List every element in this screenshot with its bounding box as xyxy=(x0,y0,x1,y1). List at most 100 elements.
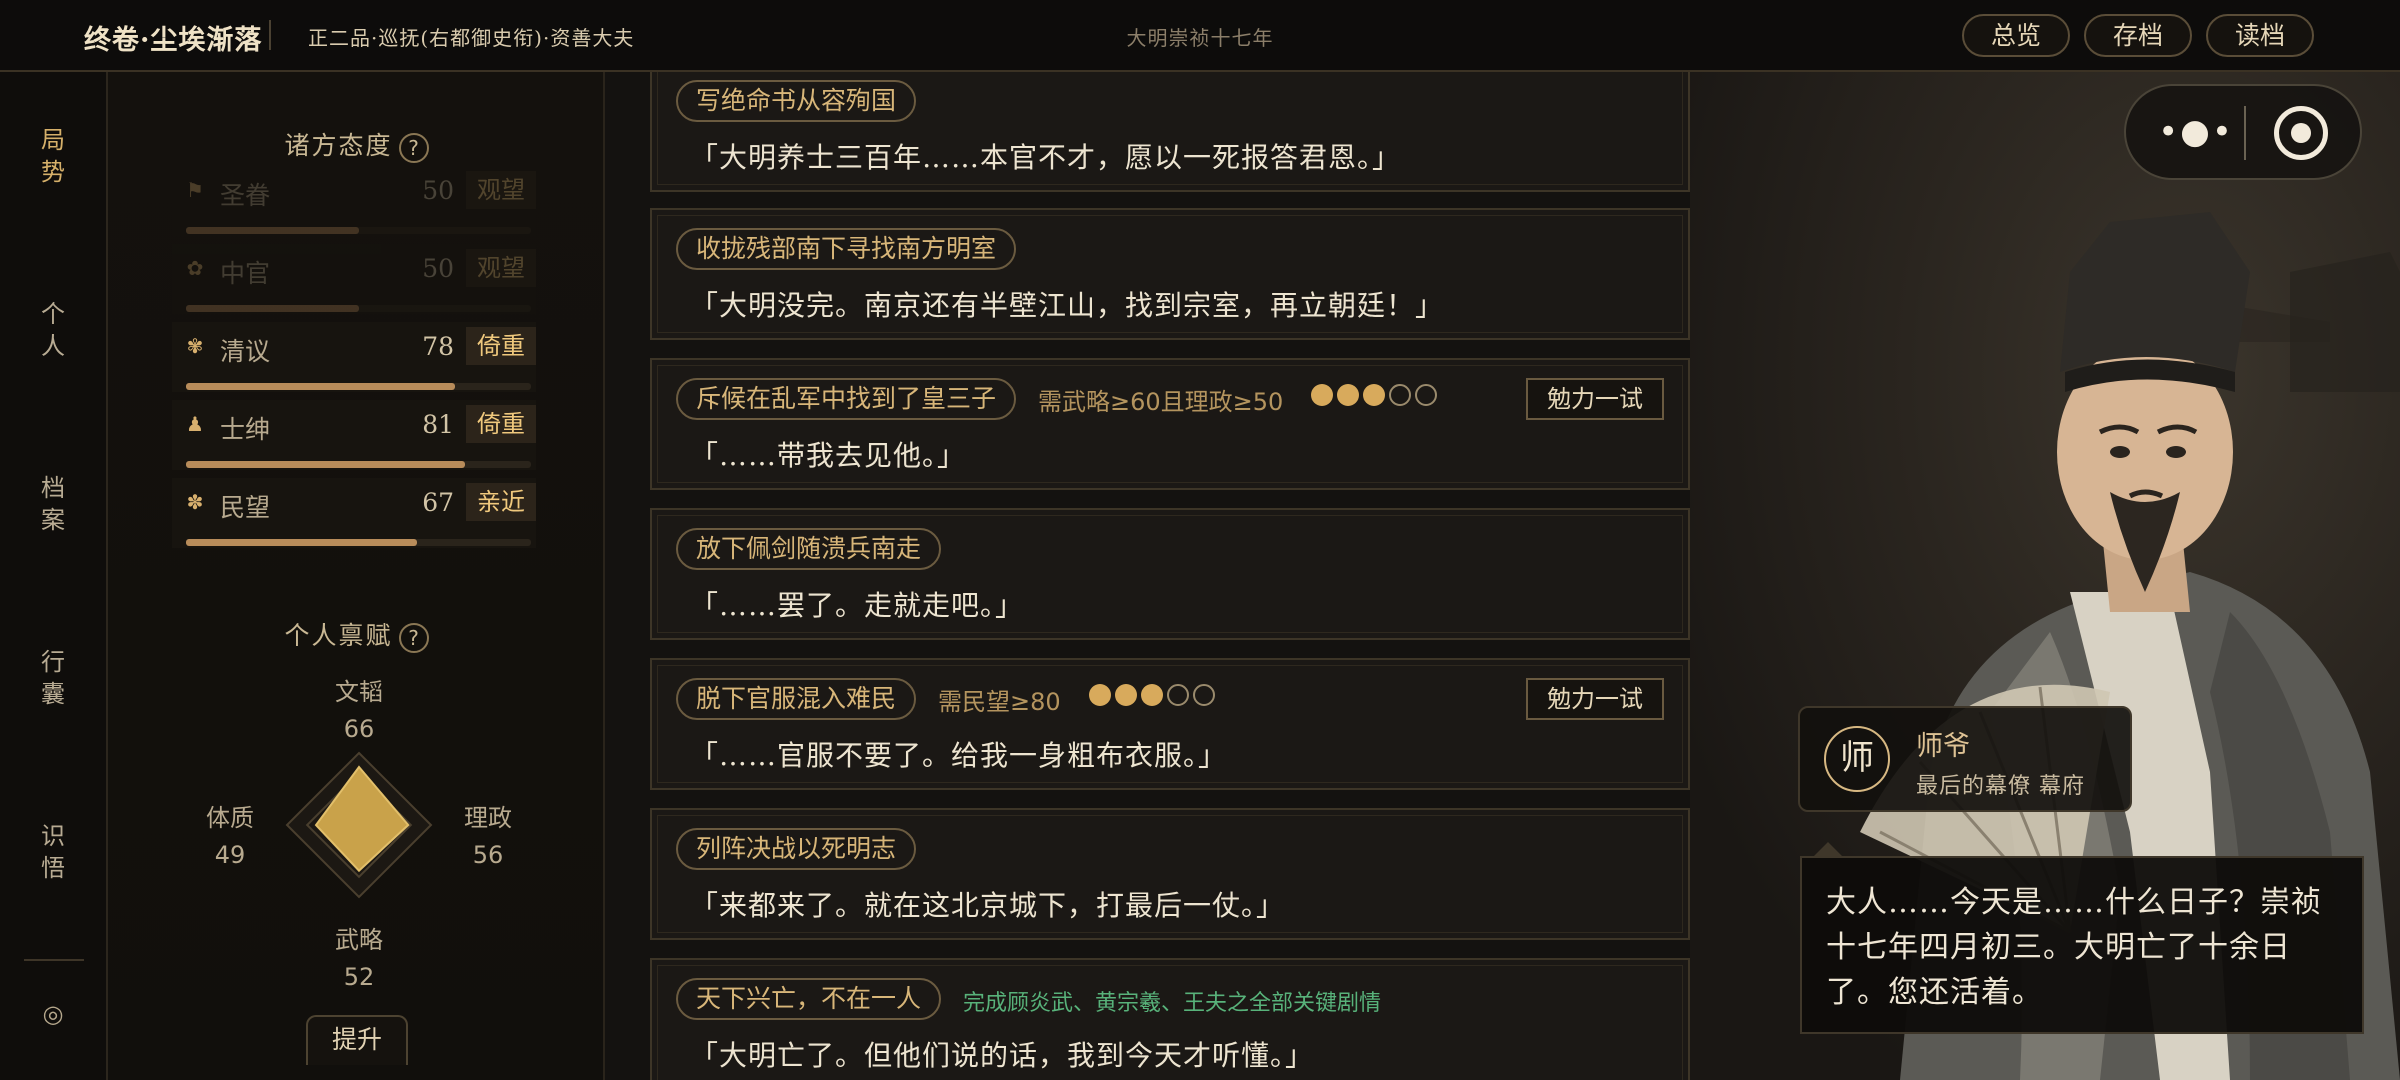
npc-subtitle: 最后的幕僚 幕府 xyxy=(1916,774,2085,799)
difficulty-dot-empty xyxy=(1167,684,1189,706)
faction-row[interactable]: ⚑ 圣眷 50 观望 xyxy=(172,166,536,236)
stat-label-tizhi: 体质 xyxy=(206,804,254,832)
more-icon[interactable]: •●• xyxy=(2156,108,2236,156)
overview-button[interactable]: 总览 xyxy=(1962,14,2070,57)
nav-divider xyxy=(24,959,84,961)
faction-attitude-badge: 倚重 xyxy=(466,327,536,365)
choice-title: 列阵决战以死明志 xyxy=(676,828,917,870)
faction-score: 78 xyxy=(422,332,454,361)
talents-heading: 个人禀赋? xyxy=(108,616,605,653)
faction-attitude-badge: 观望 xyxy=(466,171,536,209)
talents-title: 个人禀赋 xyxy=(284,621,393,650)
faction-progress-fill xyxy=(186,461,466,468)
faction-score: 81 xyxy=(422,410,454,439)
choice-title: 天下兴亡，不在一人 xyxy=(676,978,942,1020)
stat-value-lizheng: 56 xyxy=(472,841,504,869)
attitudes-heading: 诸方态度? xyxy=(108,126,605,163)
target-icon[interactable]: ◎ xyxy=(38,1000,68,1030)
faction-attitude-badge: 倚重 xyxy=(466,405,536,443)
stat-label-wentao: 文韬 xyxy=(335,678,383,706)
mini-program-capsule: •●• xyxy=(2124,84,2362,180)
choice-card[interactable]: 收拢残部南下寻找南方明室 「大明没完。南京还有半壁江山，找到宗室，再立朝廷！」 xyxy=(650,208,1690,340)
npc-dialog[interactable]: 大人……今天是……什么日子？崇祯十七年四月初三。大明亡了十余日了。您还活着。 xyxy=(1800,856,2364,1034)
difficulty-dot-filled xyxy=(1311,384,1333,406)
faction-row[interactable]: ✽ 民望 67 亲近 xyxy=(172,478,536,548)
nav-item-situation[interactable]: 局 势 xyxy=(0,124,106,188)
faction-row[interactable]: ♟ 士绅 81 倚重 xyxy=(172,400,536,470)
stat-value-wentao: 66 xyxy=(343,715,375,743)
faction-score: 50 xyxy=(422,176,454,205)
faction-name: 中官 xyxy=(220,259,271,288)
side-nav: 局 势个 人档 案行 囊识 悟 ◎ xyxy=(0,72,108,1080)
difficulty-dot-empty xyxy=(1193,684,1215,706)
choice-quote: 「大明养士三百年……本官不才，愿以一死报答君恩。」 xyxy=(690,141,1402,174)
faction-progress-fill xyxy=(186,539,418,546)
npc-avatar: 师 xyxy=(1824,726,1890,792)
choice-quote: 「……官服不要了。给我一身粗布衣服。」 xyxy=(690,739,1228,772)
choice-card[interactable]: 写绝命书从容殉国「大明养士三百年……本官不才，愿以一死报答君恩。」 xyxy=(650,72,1690,192)
stat-value-wulue: 52 xyxy=(343,963,375,991)
nav-item-baggage[interactable]: 行 囊 xyxy=(0,646,106,710)
choice-title: 斥候在乱军中找到了皇三子 xyxy=(676,378,1017,420)
faction-score: 50 xyxy=(422,254,454,283)
difficulty-dot-filled xyxy=(1363,384,1385,406)
stat-label-lizheng: 理政 xyxy=(464,804,512,832)
title-divider xyxy=(269,20,271,50)
stat-label-wulue: 武略 xyxy=(335,926,383,954)
nav-item-archive[interactable]: 档 案 xyxy=(0,472,106,536)
faction-name: 清议 xyxy=(220,337,271,366)
choice-card[interactable]: 放下佩剑随溃兵南走「……罢了。走就走吧。」 xyxy=(650,508,1690,640)
faction-name: 士绅 xyxy=(220,415,271,444)
choice-quote: 「……带我去见他。」 xyxy=(690,439,967,472)
faction-progress-fill xyxy=(186,305,359,312)
choice-card[interactable]: 列阵决战以死明志「来都来了。就在这北京城下，打最后一仗。」 xyxy=(650,808,1690,940)
choice-card[interactable]: 脱下官服混入难民 需民望≥80 勉力一试 「……官服不要了。给我一身粗布衣服。」 xyxy=(650,658,1690,790)
difficulty-dot-filled xyxy=(1115,684,1137,706)
choice-card[interactable]: 天下兴亡，不在一人 完成顾炎武、黄宗羲、王夫之全部关键剧情 「大明亡了。但他们说的话… xyxy=(650,958,1690,1080)
attempt-button[interactable]: 勉力一试 xyxy=(1526,378,1664,420)
save-button[interactable]: 存档 xyxy=(2084,14,2192,57)
era-label: 大明崇祯十七年 xyxy=(1126,26,1274,50)
npc-name: 师爷 xyxy=(1916,731,1970,762)
difficulty-dots xyxy=(1089,684,1219,706)
capsule-divider xyxy=(2244,106,2246,160)
faction-progress-bar xyxy=(186,383,531,390)
nav-item-insight[interactable]: 识 悟 xyxy=(0,820,106,884)
upgrade-button[interactable]: 提升 xyxy=(306,1015,408,1065)
choice-title: 放下佩剑随溃兵南走 xyxy=(676,528,942,570)
faction-name: 圣眷 xyxy=(220,181,271,210)
faction-row[interactable]: ✿ 中官 50 观望 xyxy=(172,244,536,314)
faction-icon: ✾ xyxy=(186,334,204,358)
choice-quote: 「来都来了。就在这北京城下，打最后一仗。」 xyxy=(690,889,1286,922)
choice-requirement: 需武略≥60且理政≥50 xyxy=(1038,388,1284,416)
attitudes-help-icon[interactable]: ? xyxy=(398,132,429,163)
talent-radar-chart xyxy=(285,751,433,899)
choice-quote: 「……罢了。走就走吧。」 xyxy=(690,589,1025,622)
faction-row[interactable]: ✾ 清议 78 倚重 xyxy=(172,322,536,392)
load-button[interactable]: 读档 xyxy=(2206,14,2314,57)
choice-title: 写绝命书从容殉国 xyxy=(676,80,917,122)
official-rank: 正二品·巡抚(右都御史衔)·资善大夫 xyxy=(308,26,635,50)
nav-item-personal[interactable]: 个 人 xyxy=(0,298,106,362)
faction-icon: ⚑ xyxy=(186,178,204,202)
status-panel: 诸方态度? ⚑ 圣眷 50 观望 ✿ 中官 50 观望 ✾ 清议 78 倚重 ♟ 士绅 81 倚重 ✽ 民望 67 亲… xyxy=(108,72,605,1080)
difficulty-dot-empty xyxy=(1415,384,1437,406)
faction-attitude-badge: 亲近 xyxy=(466,483,536,521)
dialog-tail xyxy=(1814,842,1842,856)
faction-progress-bar xyxy=(186,461,531,468)
choice-title: 脱下官服混入难民 xyxy=(676,678,917,720)
faction-score: 67 xyxy=(422,488,454,517)
talents-help-icon[interactable]: ? xyxy=(398,622,429,653)
difficulty-dots xyxy=(1311,384,1441,406)
attitudes-title: 诸方态度 xyxy=(284,131,393,160)
difficulty-dot-filled xyxy=(1141,684,1163,706)
choice-card[interactable]: 斥候在乱军中找到了皇三子 需武略≥60且理政≥50 勉力一试「……带我去见他。」 xyxy=(650,358,1690,490)
faction-icon: ♟ xyxy=(186,412,204,436)
record-icon[interactable] xyxy=(2274,106,2328,160)
npc-card: 师 师爷 最后的幕僚 幕府 xyxy=(1798,706,2132,812)
difficulty-dot-filled xyxy=(1337,384,1359,406)
attempt-button[interactable]: 勉力一试 xyxy=(1526,678,1664,720)
choice-quote: 「大明亡了。但他们说的话，我到今天才听懂。」 xyxy=(690,1039,1315,1072)
faction-progress-fill xyxy=(186,383,456,390)
choice-title: 收拢残部南下寻找南方明室 xyxy=(676,228,1017,270)
